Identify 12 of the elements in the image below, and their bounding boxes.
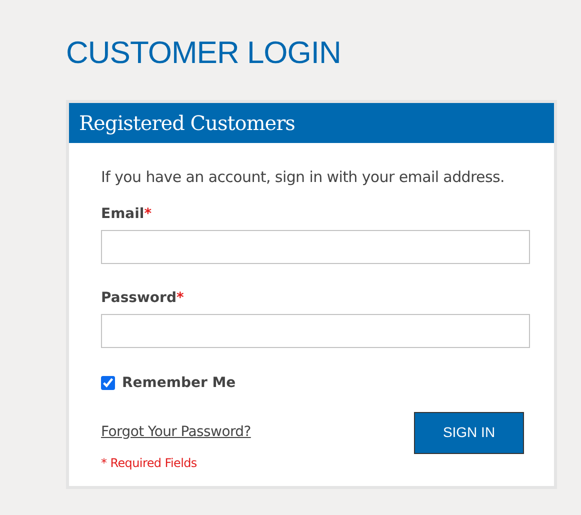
input-field[interactable]: [101, 230, 530, 264]
card-title: Registered Customers: [79, 110, 295, 137]
remember-checkbox[interactable]: [101, 376, 115, 390]
required-note: * Required Fields: [101, 454, 198, 472]
input-field[interactable]: [101, 314, 530, 348]
remember-label: Remember Me: [122, 374, 236, 392]
intro-text: If you have an account, sign in with your email address.: [101, 167, 506, 188]
field-label: Email*: [101, 204, 153, 222]
forgot-password-link[interactable]: Forgot Your Password?: [101, 422, 251, 442]
page-title: CUSTOMER LOGIN: [66, 34, 342, 72]
field-label: Password*: [101, 288, 185, 306]
sign-in-button[interactable]: SIGN IN: [414, 412, 524, 454]
